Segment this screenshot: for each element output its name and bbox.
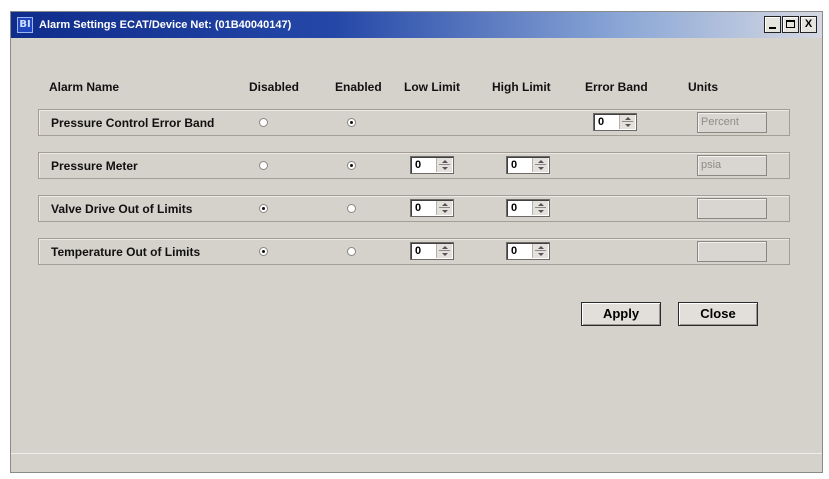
error-band-value[interactable]: 0 bbox=[598, 116, 604, 128]
spin-arrows[interactable] bbox=[436, 158, 452, 172]
disabled-radio[interactable] bbox=[259, 247, 268, 256]
spin-divider bbox=[535, 207, 546, 208]
header-units: Units bbox=[688, 80, 718, 94]
spin-divider bbox=[439, 250, 450, 251]
status-divider bbox=[11, 453, 822, 454]
arrow-down-icon[interactable] bbox=[538, 167, 544, 170]
low-limit-stepper[interactable]: 0 bbox=[410, 156, 454, 174]
enabled-radio[interactable] bbox=[347, 204, 356, 213]
disabled-radio[interactable] bbox=[259, 118, 268, 127]
low-limit-value[interactable]: 0 bbox=[415, 202, 421, 214]
low-limit-stepper[interactable]: 0 bbox=[410, 242, 454, 260]
alarm-name-label: Temperature Out of Limits bbox=[51, 245, 201, 259]
close-icon: X bbox=[804, 18, 813, 30]
high-limit-value[interactable]: 0 bbox=[511, 202, 517, 214]
units-field bbox=[697, 198, 767, 219]
arrow-up-icon[interactable] bbox=[538, 246, 544, 249]
arrow-down-icon[interactable] bbox=[538, 253, 544, 256]
spin-arrows[interactable] bbox=[532, 244, 548, 258]
spin-arrows[interactable] bbox=[619, 115, 635, 129]
window-title: Alarm Settings ECAT/Device Net: (01B4004… bbox=[39, 19, 292, 31]
spin-arrows[interactable] bbox=[532, 158, 548, 172]
minimize-icon bbox=[769, 27, 776, 29]
enabled-radio[interactable] bbox=[347, 161, 356, 170]
maximize-icon bbox=[786, 20, 795, 28]
header-high-limit: High Limit bbox=[492, 80, 551, 94]
arrow-up-icon[interactable] bbox=[442, 160, 448, 163]
arrow-up-icon[interactable] bbox=[625, 117, 631, 120]
spin-arrows[interactable] bbox=[436, 244, 452, 258]
arrow-up-icon[interactable] bbox=[442, 203, 448, 206]
title-bar[interactable]: BI Alarm Settings ECAT/Device Net: (01B4… bbox=[11, 12, 822, 38]
arrow-down-icon[interactable] bbox=[442, 210, 448, 213]
app-icon: BI bbox=[17, 17, 33, 33]
spin-arrows[interactable] bbox=[436, 201, 452, 215]
close-button[interactable]: Close bbox=[678, 302, 758, 326]
close-window-button[interactable]: X bbox=[800, 16, 817, 33]
units-field: Percent bbox=[697, 112, 767, 133]
header-error-band: Error Band bbox=[585, 80, 648, 94]
alarm-row-pressure-control-error-band: Pressure Control Error Band 0 Percent bbox=[38, 109, 790, 136]
alarm-row-pressure-meter: Pressure Meter 0 0 psia bbox=[38, 152, 790, 179]
disabled-radio[interactable] bbox=[259, 161, 268, 170]
maximize-button[interactable] bbox=[782, 16, 799, 33]
low-limit-value[interactable]: 0 bbox=[415, 245, 421, 257]
spin-divider bbox=[535, 164, 546, 165]
minimize-button[interactable] bbox=[764, 16, 781, 33]
alarm-name-label: Pressure Meter bbox=[51, 159, 138, 173]
header-disabled: Disabled bbox=[249, 80, 300, 94]
units-field: psia bbox=[697, 155, 767, 176]
arrow-up-icon[interactable] bbox=[538, 160, 544, 163]
enabled-radio[interactable] bbox=[347, 118, 356, 127]
spin-divider bbox=[622, 121, 633, 122]
arrow-down-icon[interactable] bbox=[442, 167, 448, 170]
spin-divider bbox=[439, 164, 450, 165]
spin-arrows[interactable] bbox=[532, 201, 548, 215]
disabled-radio[interactable] bbox=[259, 204, 268, 213]
high-limit-value[interactable]: 0 bbox=[511, 245, 517, 257]
apply-button[interactable]: Apply bbox=[581, 302, 661, 326]
high-limit-stepper[interactable]: 0 bbox=[506, 156, 550, 174]
enabled-radio[interactable] bbox=[347, 247, 356, 256]
arrow-up-icon[interactable] bbox=[442, 246, 448, 249]
header-low-limit: Low Limit bbox=[404, 80, 460, 94]
alarm-row-valve-drive-out-of-limits: Valve Drive Out of Limits 0 0 bbox=[38, 195, 790, 222]
alarm-name-label: Pressure Control Error Band bbox=[51, 116, 215, 130]
high-limit-stepper[interactable]: 0 bbox=[506, 242, 550, 260]
spin-divider bbox=[535, 250, 546, 251]
low-limit-value[interactable]: 0 bbox=[415, 159, 421, 171]
arrow-up-icon[interactable] bbox=[538, 203, 544, 206]
low-limit-stepper[interactable]: 0 bbox=[410, 199, 454, 217]
high-limit-stepper[interactable]: 0 bbox=[506, 199, 550, 217]
alarm-row-temperature-out-of-limits: Temperature Out of Limits 0 0 bbox=[38, 238, 790, 265]
header-alarm-name: Alarm Name bbox=[49, 80, 120, 94]
arrow-down-icon[interactable] bbox=[442, 253, 448, 256]
units-field bbox=[697, 241, 767, 262]
high-limit-value[interactable]: 0 bbox=[511, 159, 517, 171]
error-band-stepper[interactable]: 0 bbox=[593, 113, 637, 131]
spin-divider bbox=[439, 207, 450, 208]
header-enabled: Enabled bbox=[335, 80, 382, 94]
alarm-settings-window: BI Alarm Settings ECAT/Device Net: (01B4… bbox=[10, 11, 823, 473]
arrow-down-icon[interactable] bbox=[538, 210, 544, 213]
arrow-down-icon[interactable] bbox=[625, 124, 631, 127]
alarm-name-label: Valve Drive Out of Limits bbox=[51, 202, 193, 216]
